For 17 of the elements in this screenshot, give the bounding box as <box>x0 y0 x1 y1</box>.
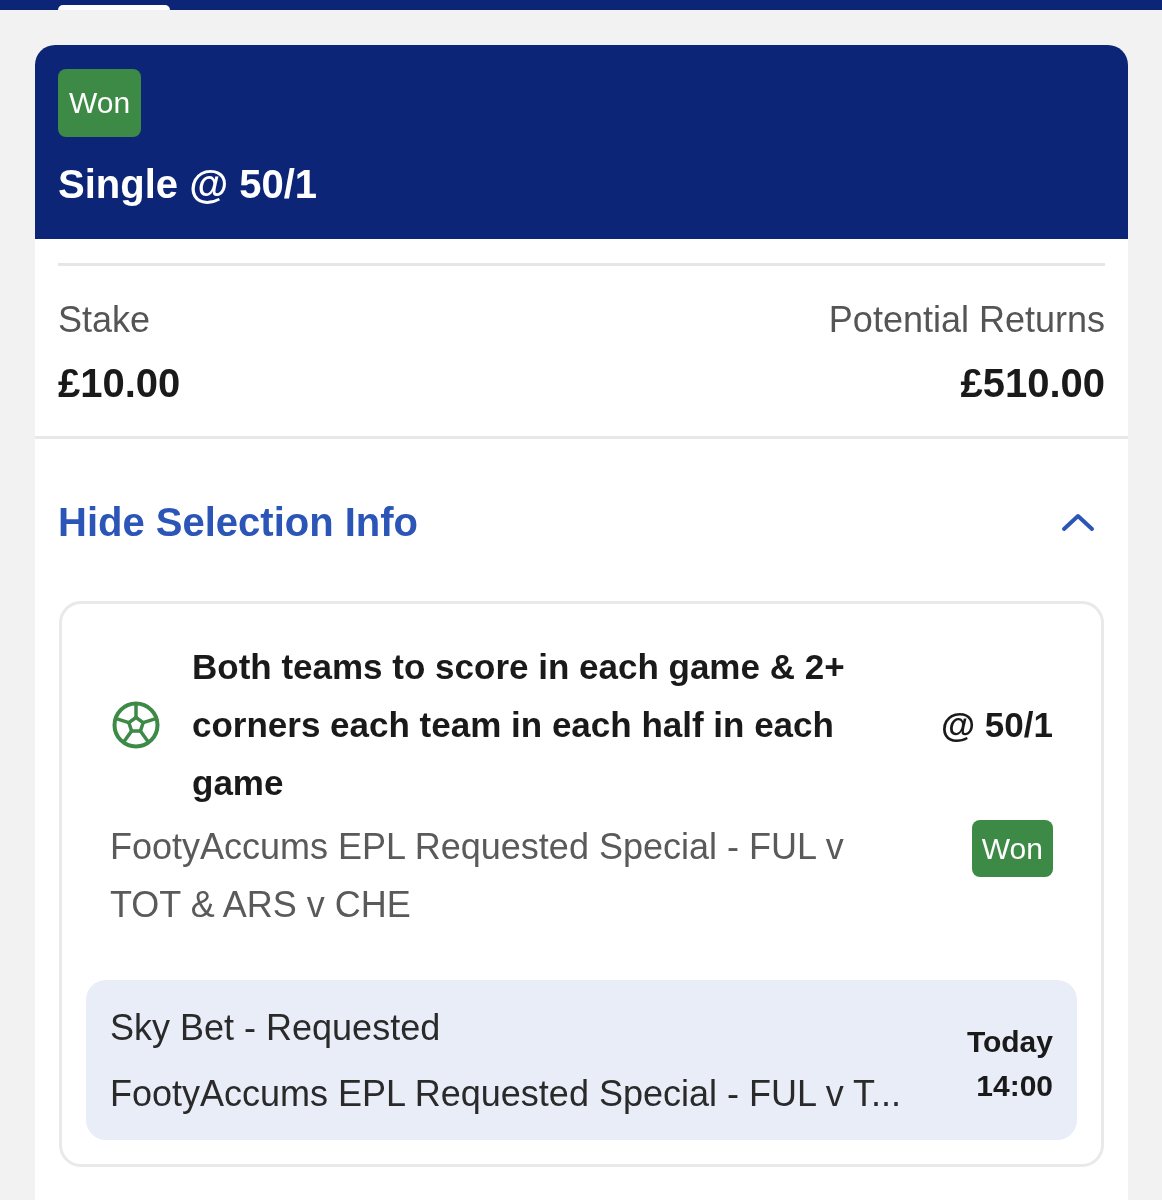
summary-label: Potential Returns <box>828 298 1105 342</box>
bet-title: Single @ 50/1 <box>58 161 318 207</box>
event-description: FootyAccums EPL Requested Special - FUL v T... <box>110 1072 901 1116</box>
event-day: Today <box>966 1022 1053 1062</box>
event-time: 14:00 <box>976 1068 1053 1104</box>
market-name: Both teams to score in each game & 2+ corners each team in each half in each game <box>192 646 846 804</box>
football-icon <box>112 701 160 749</box>
event-name: FootyAccums EPL Requested Special - FUL v TOT & ARS v CHE <box>110 825 845 927</box>
selection-odds: @ 50/1 <box>940 705 1053 745</box>
status-badge: Won <box>58 69 142 137</box>
event-source: Sky Bet - Requested <box>110 1006 442 1050</box>
result-badge: Won <box>971 820 1053 877</box>
hide-selection-link[interactable]: Hide Selection Info <box>58 497 419 547</box>
summary-value: £510.00 <box>960 360 1105 406</box>
summary-value: £10.00 <box>58 360 181 406</box>
chevron-up-icon[interactable] <box>1061 512 1095 532</box>
summary-label: Stake <box>58 298 151 342</box>
